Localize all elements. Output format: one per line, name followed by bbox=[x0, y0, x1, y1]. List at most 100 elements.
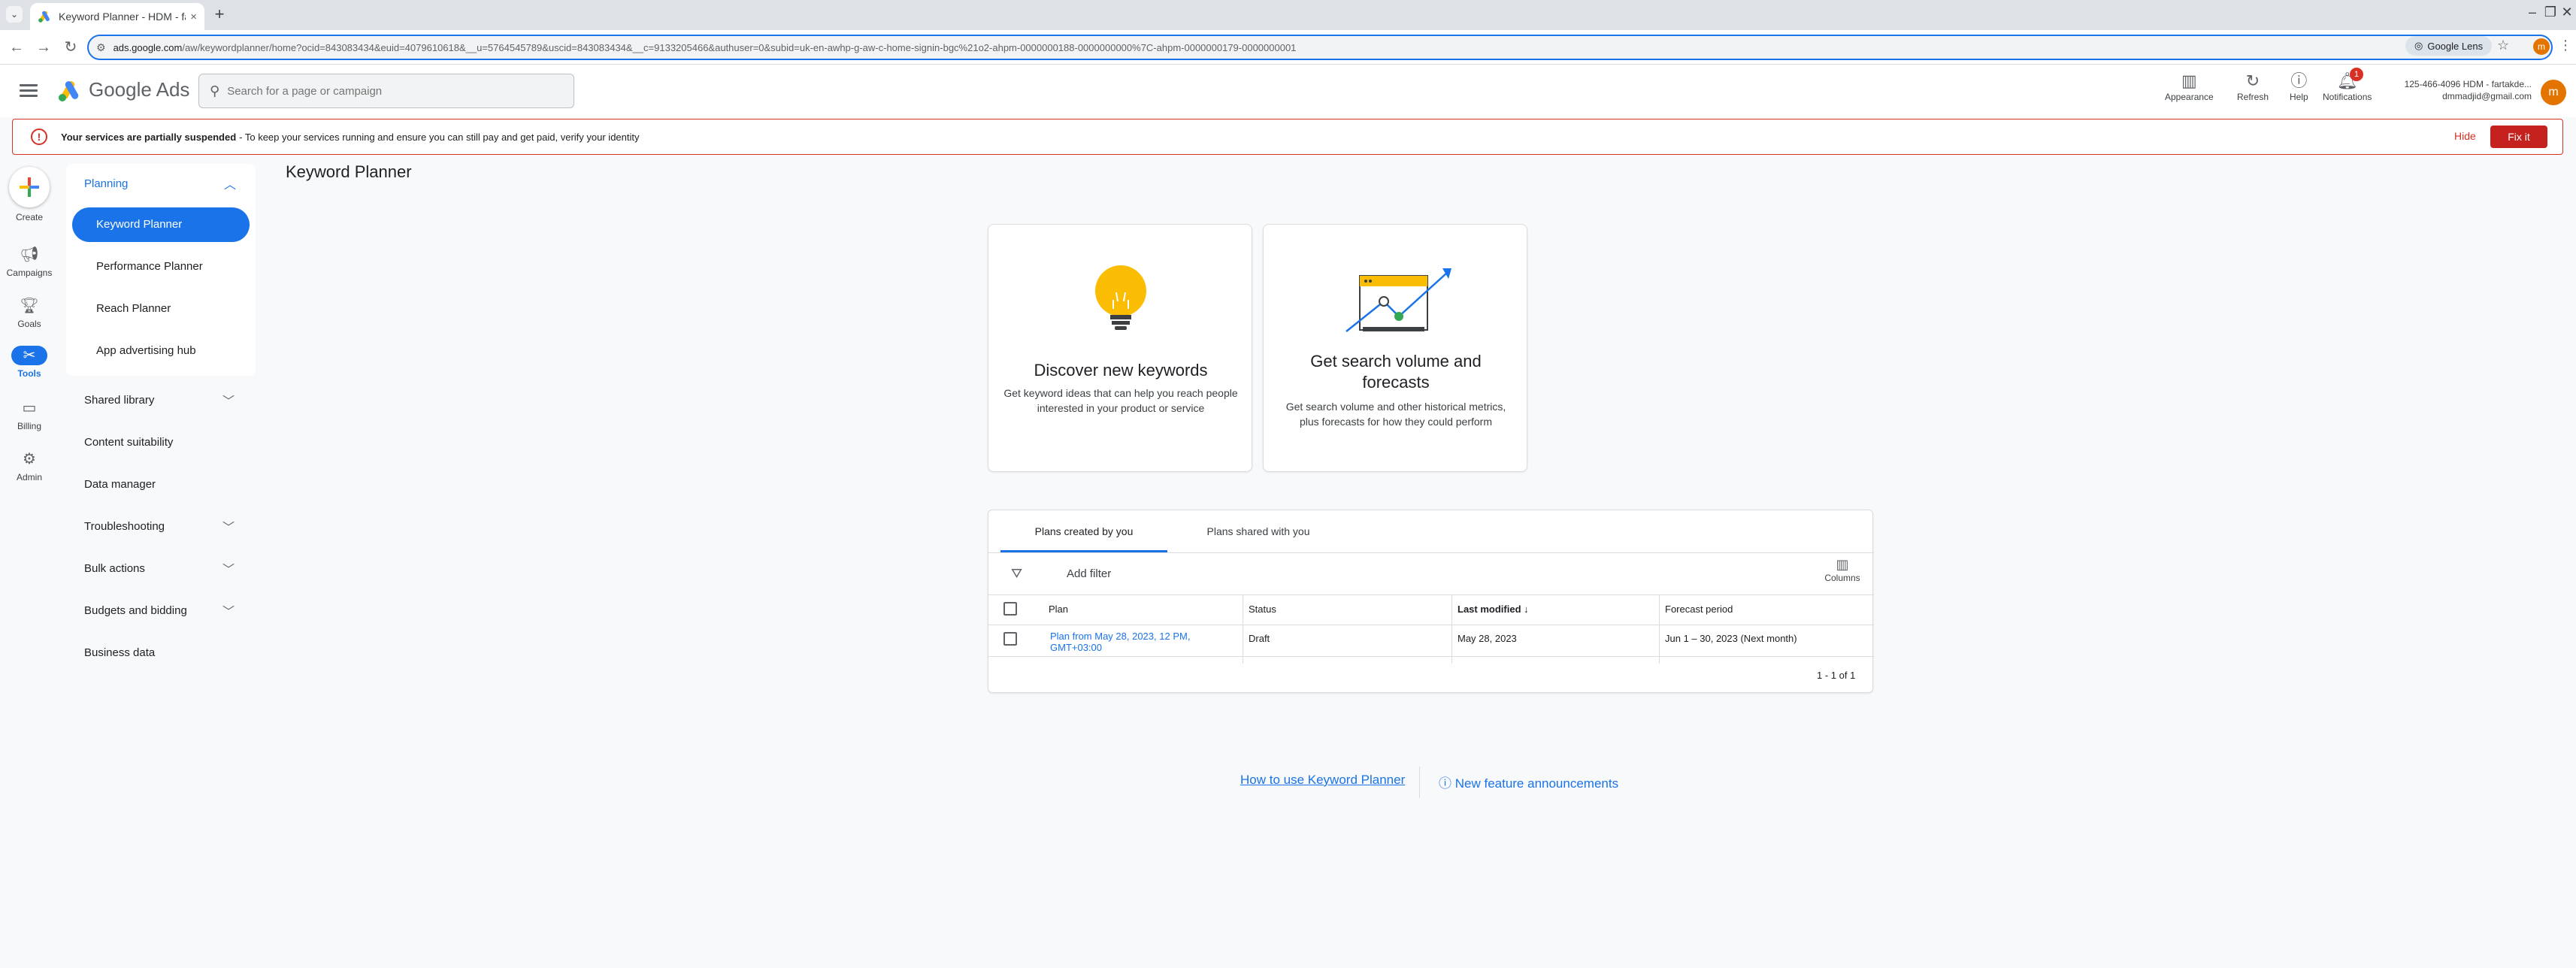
tab-search-button[interactable]: ⌄ bbox=[6, 6, 23, 23]
gear-icon: ⚙ bbox=[23, 451, 36, 467]
sidenav-content-suitability[interactable]: Content suitability bbox=[84, 436, 173, 449]
notification-count-badge: 1 bbox=[2350, 68, 2363, 81]
pagination-summary: 1 - 1 of 1 bbox=[1817, 670, 1856, 681]
rail-create-label: Create bbox=[15, 212, 44, 222]
forecast-chart-icon bbox=[1346, 268, 1451, 332]
sidenav-app-advertising-hub[interactable]: App advertising hub bbox=[72, 334, 250, 368]
banner-headline: Your services are partially suspended bbox=[61, 131, 237, 143]
sidenav-shared-library[interactable]: Shared library bbox=[84, 394, 154, 407]
help-label: Help bbox=[2290, 92, 2308, 102]
create-plus-icon bbox=[9, 167, 50, 207]
account-info[interactable]: 125-466-4096 HDM - fartakde... dmmadjid@… bbox=[2399, 78, 2532, 102]
chevron-down-icon[interactable]: ﹀ bbox=[222, 559, 235, 577]
new-feature-announcements-link[interactable]: ⓘ New feature announcements bbox=[1439, 773, 1618, 791]
address-url[interactable]: ads.google.com/aw/keywordplanner/home?oc… bbox=[114, 42, 2544, 53]
rail-tools-label: Tools bbox=[17, 368, 41, 379]
last-modified-label: Last modified bbox=[1458, 603, 1521, 615]
columns-button[interactable]: ▥ Columns bbox=[1820, 557, 1865, 583]
sidenav-planning-header[interactable]: Planning bbox=[84, 177, 128, 190]
sidenav-data-manager[interactable]: Data manager bbox=[84, 478, 156, 491]
sidenav-budgets-and-bidding[interactable]: Budgets and bidding bbox=[84, 604, 187, 617]
lightbulb-icon bbox=[1095, 265, 1146, 330]
url-host: ads.google.com bbox=[113, 41, 183, 53]
plans-table-card: Plans created by you Plans shared with y… bbox=[988, 510, 1874, 693]
bookmark-star-icon[interactable]: ☆ bbox=[2497, 38, 2509, 53]
sidenav-troubleshooting[interactable]: Troubleshooting bbox=[84, 520, 165, 533]
plan-last-modified: May 28, 2023 bbox=[1458, 633, 1517, 644]
column-header-plan[interactable]: Plan bbox=[1049, 603, 1068, 615]
banner-hide-button[interactable]: Hide bbox=[2454, 130, 2476, 142]
account-email: dmmadjid@gmail.com bbox=[2442, 91, 2532, 101]
banner-fix-it-button[interactable]: Fix it bbox=[2490, 126, 2547, 148]
column-separator bbox=[1451, 594, 1452, 664]
search-volume-description: Get search volume and other historical m… bbox=[1285, 401, 1506, 428]
rail-billing[interactable]: ▭ Billing bbox=[5, 398, 54, 431]
browser-profile-avatar[interactable]: m bbox=[2533, 38, 2550, 55]
rail-campaigns[interactable]: 📢︎ Campaigns bbox=[5, 245, 54, 278]
add-filter-button[interactable]: Add filter bbox=[1067, 567, 1111, 580]
sidenav-reach-planner[interactable]: Reach Planner bbox=[72, 292, 250, 326]
tools-icon: ✂ bbox=[11, 346, 47, 365]
select-all-checkbox[interactable] bbox=[1003, 602, 1017, 616]
bell-icon: 🔔︎ bbox=[2336, 71, 2358, 90]
chevron-down-icon[interactable]: ﹀ bbox=[222, 517, 235, 535]
site-info-icon[interactable]: ⚙ bbox=[96, 41, 106, 54]
google-lens-button[interactable]: ◎ Google Lens bbox=[2405, 36, 2493, 56]
credit-card-icon: ▭ bbox=[22, 400, 37, 416]
filter-icon[interactable]: ⛛ bbox=[1011, 566, 1022, 582]
header-top-divider bbox=[988, 594, 1874, 595]
rail-admin[interactable]: ⚙ Admin bbox=[5, 449, 54, 482]
appearance-icon: ▥ bbox=[2181, 71, 2197, 90]
account-id: 125-466-4096 HDM - fartakde... bbox=[2404, 79, 2532, 89]
rail-goals[interactable]: 🏆︎ Goals bbox=[5, 296, 54, 329]
back-arrow-icon[interactable]: ← bbox=[8, 39, 26, 56]
notifications-button[interactable]: 🔔︎ Notifications bbox=[2323, 71, 2372, 102]
google-ads-brand: Google Ads bbox=[89, 78, 190, 101]
page-search-input[interactable] bbox=[227, 84, 563, 98]
discover-keywords-card[interactable]: Discover new keywords Get keyword ideas … bbox=[988, 224, 1252, 472]
browser-tab-keyword-planner[interactable]: Keyword Planner - HDM - farta... × bbox=[30, 3, 204, 30]
plan-forecast-period: Jun 1 – 30, 2023 (Next month) bbox=[1665, 633, 1797, 644]
new-feature-label: New feature announcements bbox=[1454, 776, 1619, 791]
rail-create[interactable]: Create bbox=[5, 167, 54, 222]
rail-tools[interactable]: ✂ Tools bbox=[5, 346, 54, 379]
browser-menu-icon[interactable]: ⋮ bbox=[2559, 38, 2572, 53]
close-window-icon[interactable]: ✕ bbox=[2556, 5, 2576, 20]
page-search-box[interactable]: ⚲ bbox=[198, 74, 574, 108]
account-avatar[interactable]: m bbox=[2541, 80, 2566, 105]
column-header-last-modified[interactable]: Last modified ↓ bbox=[1458, 603, 1529, 615]
sidenav-bulk-actions[interactable]: Bulk actions bbox=[84, 562, 145, 575]
help-button[interactable]: ⓘ Help bbox=[2290, 71, 2308, 102]
rail-goals-label: Goals bbox=[17, 319, 41, 329]
browser-tab-title: Keyword Planner - HDM - farta... bbox=[59, 11, 186, 23]
rail-campaigns-label: Campaigns bbox=[6, 268, 53, 278]
chevron-down-icon[interactable]: ﹀ bbox=[222, 391, 235, 409]
sidenav-performance-planner[interactable]: Performance Planner bbox=[72, 250, 250, 284]
column-header-status[interactable]: Status bbox=[1249, 603, 1276, 615]
how-to-use-link[interactable]: How to use Keyword Planner bbox=[1240, 773, 1405, 788]
discover-keywords-title: Discover new keywords bbox=[1034, 361, 1208, 380]
tabs-divider bbox=[988, 552, 1874, 553]
reload-icon[interactable]: ↻ bbox=[62, 39, 80, 56]
main-menu-icon[interactable] bbox=[20, 81, 38, 99]
forward-arrow-icon[interactable]: → bbox=[35, 39, 53, 56]
plan-name-link[interactable]: Plan from May 28, 2023, 12 PM, GMT+03:00 bbox=[1050, 631, 1238, 653]
column-header-forecast-period[interactable]: Forecast period bbox=[1665, 603, 1733, 615]
address-bar[interactable]: ⚙ ads.google.com/aw/keywordplanner/home?… bbox=[87, 35, 2553, 60]
tab-close-icon[interactable]: × bbox=[190, 11, 197, 23]
chevron-down-icon[interactable]: ﹀ bbox=[222, 601, 235, 619]
tab-plans-shared-with-you[interactable]: Plans shared with you bbox=[1176, 510, 1340, 552]
suspension-banner: ! Your services are partially suspended … bbox=[12, 119, 2563, 155]
row-checkbox[interactable] bbox=[1003, 632, 1017, 646]
tab-plans-created-by-you[interactable]: Plans created by you bbox=[1000, 510, 1167, 552]
sidenav-business-data[interactable]: Business data bbox=[84, 646, 155, 659]
banner-message: - To keep your services running and ensu… bbox=[239, 131, 640, 143]
column-separator bbox=[1659, 594, 1660, 664]
refresh-button[interactable]: ↻ Refresh bbox=[2237, 71, 2269, 102]
search-volume-card[interactable]: Get search volume and forecasts Get sear… bbox=[1263, 224, 1527, 472]
sidenav-keyword-planner[interactable]: Keyword Planner bbox=[72, 207, 250, 242]
new-tab-button[interactable]: + bbox=[210, 6, 229, 24]
appearance-button[interactable]: ▥ Appearance bbox=[2165, 71, 2214, 102]
chevron-up-icon[interactable]: ︿ bbox=[224, 174, 236, 192]
rail-admin-label: Admin bbox=[16, 472, 42, 482]
